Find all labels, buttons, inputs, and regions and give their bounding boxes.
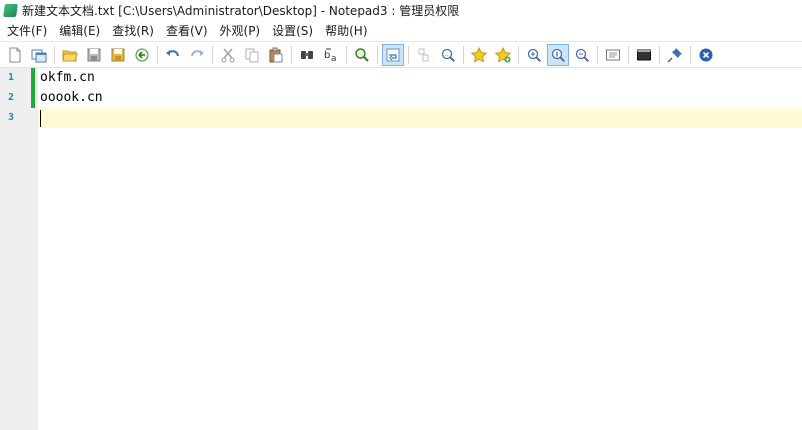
- toolbar-separator: [54, 45, 55, 64]
- editor-line[interactable]: 1 okfm.cn: [0, 68, 802, 88]
- view-whitespace-icon[interactable]: [413, 44, 435, 66]
- window-title: 新建文本文档.txt [C:\Users\Administrator\Deskt…: [22, 3, 460, 18]
- editor-line[interactable]: 2 ooook.cn: [0, 88, 802, 108]
- page-setup-icon[interactable]: [602, 44, 624, 66]
- goto-icon[interactable]: [351, 44, 373, 66]
- title-bar: 新建文本文档.txt [C:\Users\Administrator\Deskt…: [0, 0, 802, 20]
- svg-text:a: a: [331, 54, 337, 63]
- line-number: 1: [7, 72, 14, 83]
- menu-settings[interactable]: 设置(S): [266, 22, 319, 39]
- toolbar: ba ..: [0, 41, 802, 67]
- close-icon[interactable]: [695, 44, 717, 66]
- copy-icon[interactable]: [241, 44, 263, 66]
- favorites-icon[interactable]: [468, 44, 490, 66]
- toolbar-separator: [291, 45, 292, 64]
- menu-help[interactable]: 帮助(H): [319, 22, 373, 39]
- editor-area[interactable]: 1 okfm.cn 2 ooook.cn 3: [0, 67, 802, 430]
- replace-icon[interactable]: ba: [320, 44, 342, 66]
- notepad3-icon: [3, 3, 18, 17]
- toolbar-separator: [690, 45, 691, 64]
- add-favorite-icon[interactable]: [492, 44, 514, 66]
- save-as-icon[interactable]: [107, 44, 129, 66]
- find-icon[interactable]: [296, 44, 318, 66]
- text-caret: [40, 110, 41, 127]
- toolbar-separator: [408, 45, 409, 64]
- revert-icon[interactable]: [131, 44, 153, 66]
- cut-icon[interactable]: [217, 44, 239, 66]
- menu-bar: 文件(F) 编辑(E) 查找(R) 查看(V) 外观(P) 设置(S) 帮助(H…: [0, 20, 802, 41]
- change-marker: [31, 88, 35, 108]
- toolbar-separator: [597, 45, 598, 64]
- toolbar-separator: [346, 45, 347, 64]
- paste-icon[interactable]: [265, 44, 287, 66]
- redo-icon[interactable]: [186, 44, 208, 66]
- console-icon[interactable]: [633, 44, 655, 66]
- pin-icon[interactable]: [664, 44, 686, 66]
- zoom-find-icon[interactable]: ..: [437, 44, 459, 66]
- svg-text:..: ..: [445, 51, 449, 58]
- toolbar-separator: [157, 45, 158, 64]
- zoom-reset-icon[interactable]: [547, 43, 569, 66]
- toolbar-separator: [518, 45, 519, 64]
- toolbar-separator: [628, 45, 629, 64]
- new-window-icon[interactable]: [28, 44, 50, 66]
- menu-find[interactable]: 查找(R): [106, 22, 160, 39]
- save-icon[interactable]: [83, 44, 105, 66]
- line-number: 3: [7, 112, 14, 123]
- toolbar-separator: [659, 45, 660, 64]
- editor-line[interactable]: 3: [0, 108, 802, 128]
- zoom-out-icon[interactable]: [571, 44, 593, 66]
- toolbar-separator: [377, 45, 378, 64]
- undo-icon[interactable]: [162, 44, 184, 66]
- menu-edit[interactable]: 编辑(E): [53, 22, 106, 39]
- word-wrap-icon[interactable]: [382, 43, 404, 66]
- svg-text:b: b: [324, 50, 330, 61]
- change-marker: [31, 68, 35, 88]
- menu-view[interactable]: 查看(V): [160, 22, 214, 39]
- menu-file[interactable]: 文件(F): [0, 22, 53, 39]
- zoom-in-icon[interactable]: [523, 44, 545, 66]
- toolbar-separator: [463, 45, 464, 64]
- line-text[interactable]: okfm.cn: [40, 68, 95, 88]
- new-file-icon[interactable]: [4, 44, 26, 66]
- line-number: 2: [7, 92, 14, 103]
- line-text[interactable]: ooook.cn: [40, 88, 103, 108]
- open-folder-icon[interactable]: [59, 44, 81, 66]
- menu-appearance[interactable]: 外观(P): [214, 22, 267, 39]
- toolbar-separator: [212, 45, 213, 64]
